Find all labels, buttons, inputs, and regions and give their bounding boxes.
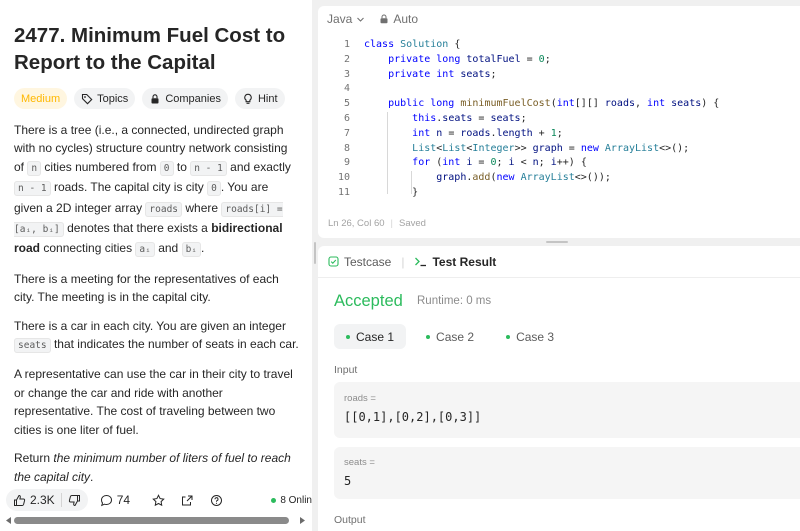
output-label: Output <box>334 514 366 526</box>
code-line: 1 class Solution { <box>343 39 461 50</box>
editor-status-bar: Ln 26, Col 60 | Saved <box>328 218 426 229</box>
case-3-button[interactable]: Case 3 <box>494 324 566 349</box>
code-editor-panel: Java Auto 1 class Solution { 2 private lo… <box>318 6 800 238</box>
seats-value: 5 <box>344 474 352 488</box>
roads-value: [[0,1],[0,2],[0,3]] <box>344 410 482 424</box>
code-line: 2 private long totalFuel = 0; <box>343 53 551 65</box>
scroll-right-arrow-icon[interactable] <box>299 517 305 524</box>
indent-guide <box>411 171 412 194</box>
code-line: 11 } <box>337 186 419 198</box>
statement-paragraph: There is a tree (i.e., a connected, undi… <box>14 123 291 258</box>
result-status: Accepted <box>334 292 403 310</box>
save-status: Saved <box>398 218 426 229</box>
like-count: 2.3K <box>30 493 55 507</box>
tab-test-result[interactable]: Test Result <box>414 255 496 269</box>
mode-label: Auto <box>393 12 419 26</box>
code-area[interactable]: 1 class Solution { 2 private long totalFu… <box>318 38 800 201</box>
difficulty-badge: Medium <box>14 88 68 109</box>
test-results-panel: Testcase | Test Result Accepted Runtime:… <box>318 246 800 531</box>
tab-separator: | <box>401 254 405 269</box>
companies-label: Companies <box>165 92 221 105</box>
share-button[interactable] <box>181 494 194 507</box>
statement-paragraph: A representative can use the car in thei… <box>14 367 293 437</box>
language-label: Java <box>327 12 353 26</box>
splitter-grip[interactable] <box>546 241 568 243</box>
problem-action-bar: 2.3K 74 8 Onlin <box>0 487 312 513</box>
code-line: 8 List<List<Integer>> graph = new ArrayL… <box>343 142 690 154</box>
code-line: 7 int n = roads.length + 1; <box>343 127 563 139</box>
lock-icon <box>151 93 159 103</box>
tag-icon <box>82 93 93 104</box>
language-selector[interactable]: Java <box>327 12 365 26</box>
topics-button[interactable]: Topics <box>74 88 136 109</box>
statement-paragraph: Return the minimum number of liters of f… <box>14 451 291 484</box>
help-button[interactable] <box>210 494 223 507</box>
tab-testcase[interactable]: Testcase <box>328 255 391 269</box>
input-label: Input <box>334 364 358 376</box>
seats-input-box: seats = 5 <box>334 447 800 499</box>
comment-count: 74 <box>116 493 131 507</box>
like-button[interactable]: 2.3K <box>6 493 61 507</box>
code-line: 10 graph.add(new ArrayList<>()); <box>337 172 611 184</box>
online-count: 8 Onlin <box>280 494 312 506</box>
hint-label: Hint <box>257 92 278 105</box>
pass-dot <box>506 334 511 339</box>
star-icon <box>152 493 165 506</box>
splitter-grip[interactable] <box>314 242 316 264</box>
online-indicator: 8 Onlin <box>271 495 312 506</box>
checkbox-icon <box>328 256 339 267</box>
code-line: 6 this.seats = seats; <box>343 112 527 124</box>
problem-statement: There is a tree (i.e., a connected, undi… <box>14 121 300 496</box>
auto-mode-toggle[interactable]: Auto <box>379 12 418 26</box>
horizontal-splitter[interactable] <box>318 238 800 246</box>
lightbulb-icon <box>244 93 252 104</box>
code-line: 4 <box>343 83 350 95</box>
case-selector: Case 1 Case 2 Case 3 <box>334 324 566 349</box>
tab-testcase-label: Testcase <box>344 254 392 269</box>
problem-description-panel: 2477. Minimum Fuel Cost to Report to the… <box>0 0 312 531</box>
problem-title: 2477. Minimum Fuel Cost to Report to the… <box>14 24 286 74</box>
chevron-down-icon <box>357 17 365 22</box>
share-icon <box>182 495 193 505</box>
thumbs-down-icon <box>68 494 80 506</box>
pass-dot <box>426 334 431 339</box>
pass-dot <box>346 334 350 339</box>
indent-guide <box>387 112 388 194</box>
roads-input-box: roads = [[0,1],[0,2],[0,3]] <box>334 382 800 438</box>
comment-icon <box>100 494 112 506</box>
code-line: 5 public long minimumFuelCost(int[][] ro… <box>343 98 720 110</box>
favorite-button[interactable] <box>152 493 165 507</box>
case-2-button[interactable]: Case 2 <box>414 324 486 349</box>
roads-label: roads = <box>344 393 376 404</box>
result-tabs: Testcase | Test Result <box>318 246 800 278</box>
tab-test-result-label: Test Result <box>432 254 497 269</box>
topics-label: Topics <box>97 92 129 105</box>
like-dislike-group: 2.3K <box>6 489 88 511</box>
cursor-position: Ln 26, Col 60 <box>328 218 385 229</box>
scroll-left-arrow-icon[interactable] <box>6 517 12 524</box>
scrollbar-thumb[interactable] <box>14 517 289 524</box>
horizontal-scrollbar[interactable] <box>6 515 306 525</box>
dislike-button[interactable] <box>62 494 88 507</box>
code-line: 3 private int seats; <box>343 68 497 80</box>
thumbs-up-icon <box>14 494 26 506</box>
seats-label: seats = <box>344 457 375 468</box>
problem-tags: Medium Topics Companies Hint <box>14 88 285 109</box>
statement-paragraph: There is a car in each city. You are giv… <box>14 318 299 354</box>
online-dot <box>271 497 277 503</box>
code-line: 9 for (int i = 0; i < n; i++) { <box>343 157 587 169</box>
hint-button[interactable]: Hint <box>234 88 285 109</box>
terminal-icon <box>415 257 427 267</box>
statement-paragraph: There is a meeting for the representativ… <box>14 271 279 305</box>
lock-icon <box>380 14 388 24</box>
companies-button[interactable]: Companies <box>142 88 228 109</box>
help-circle-icon <box>211 494 223 506</box>
case-1-button[interactable]: Case 1 <box>334 324 407 349</box>
editor-toolbar: Java Auto <box>318 6 800 32</box>
runtime-text: Runtime: 0 ms <box>417 295 492 307</box>
comments-button[interactable]: 74 <box>100 493 130 507</box>
